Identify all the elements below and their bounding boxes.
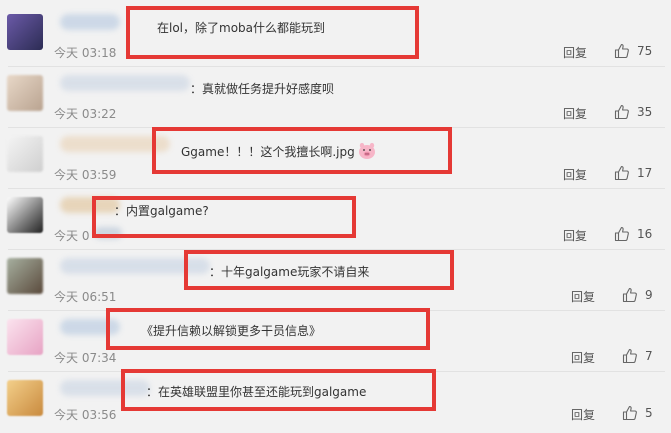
user-avatar[interactable] bbox=[7, 258, 43, 294]
thumbs-up-icon bbox=[614, 226, 629, 242]
like-count: 9 bbox=[645, 288, 653, 302]
like-count: 75 bbox=[637, 44, 653, 58]
comment-text: ：在英雄联盟里你甚至还能玩到galgame bbox=[146, 385, 367, 399]
username-blurred bbox=[60, 258, 210, 274]
comment-row: ：内置galgame? 今天 0 回复 16 bbox=[0, 189, 671, 250]
like-button[interactable]: 7 bbox=[622, 348, 653, 364]
like-count: 7 bbox=[645, 349, 653, 363]
like-button[interactable]: 75 bbox=[614, 43, 652, 59]
like-button[interactable]: 9 bbox=[622, 287, 653, 303]
comment-row: Ggame！！！这个我擅长啊.jpg 今天 03:59 回复 17 bbox=[0, 128, 671, 189]
like-count: 35 bbox=[637, 105, 653, 119]
reply-button[interactable]: 回复 bbox=[563, 105, 587, 122]
like-count: 17 bbox=[637, 166, 653, 180]
time-blurred bbox=[94, 227, 122, 239]
like-button[interactable]: 35 bbox=[614, 104, 652, 120]
like-button[interactable]: 16 bbox=[614, 226, 652, 242]
user-avatar[interactable] bbox=[7, 319, 43, 355]
username-blurred bbox=[60, 380, 150, 396]
thumbs-up-icon bbox=[622, 287, 637, 303]
pig-emoji-icon bbox=[358, 142, 375, 159]
username-blurred bbox=[60, 319, 120, 335]
reply-button[interactable]: 回复 bbox=[563, 44, 587, 61]
comment-text: 《提升信赖以解锁更多干员信息》 bbox=[141, 324, 322, 338]
user-avatar[interactable] bbox=[7, 136, 43, 172]
comment-row: 《提升信赖以解锁更多干员信息》 今天 07:34 回复 7 bbox=[0, 311, 671, 372]
comment-text: ：真就做任务提升好感度呗 bbox=[190, 82, 335, 96]
like-button[interactable]: 17 bbox=[614, 165, 652, 181]
username-blurred bbox=[60, 197, 120, 213]
comment-text: ：十年galgame玩家不请自来 bbox=[209, 265, 370, 279]
user-avatar[interactable] bbox=[7, 14, 43, 50]
comment-row: ：真就做任务提升好感度呗 今天 03:22 回复 35 bbox=[0, 67, 671, 128]
comment-text: Ggame！！！这个我擅长啊.jpg bbox=[181, 142, 377, 160]
comment-text-content: Ggame！！！这个我擅长啊.jpg bbox=[181, 145, 355, 159]
user-avatar[interactable] bbox=[7, 197, 43, 233]
comment-time: 今天 06:51 bbox=[54, 290, 117, 304]
comment-time: 今天 03:59 bbox=[54, 168, 117, 182]
username-blurred bbox=[60, 75, 190, 91]
thumbs-up-icon bbox=[614, 104, 629, 120]
reply-button[interactable]: 回复 bbox=[563, 227, 587, 244]
comment-time: 今天 03:56 bbox=[54, 408, 117, 422]
user-avatar[interactable] bbox=[7, 380, 43, 416]
thumbs-up-icon bbox=[622, 405, 637, 421]
thumbs-up-icon bbox=[614, 165, 629, 181]
reply-button[interactable]: 回复 bbox=[571, 288, 595, 305]
like-button[interactable]: 5 bbox=[622, 405, 653, 421]
comment-text: ：内置galgame? bbox=[114, 204, 209, 218]
thumbs-up-icon bbox=[614, 43, 629, 59]
comment-row: ：十年galgame玩家不请自来 今天 06:51 回复 9 bbox=[0, 250, 671, 311]
comment-row: 在lol，除了moba什么都能玩到 今天 03:18 回复 75 bbox=[0, 6, 671, 67]
like-count: 16 bbox=[637, 227, 653, 241]
username-blurred bbox=[60, 136, 170, 152]
reply-button[interactable]: 回复 bbox=[571, 406, 595, 423]
comment-text: 在lol，除了moba什么都能玩到 bbox=[157, 21, 326, 35]
thumbs-up-icon bbox=[622, 348, 637, 364]
comment-time: 今天 03:18 bbox=[54, 46, 117, 60]
comment-time: 今天 03:22 bbox=[54, 107, 117, 121]
comment-time: 今天 0 bbox=[54, 229, 90, 243]
comment-row: ：在英雄联盟里你甚至还能玩到galgame 今天 03:56 回复 5 bbox=[0, 372, 671, 433]
user-avatar[interactable] bbox=[7, 75, 43, 111]
reply-button[interactable]: 回复 bbox=[571, 349, 595, 366]
username-blurred bbox=[60, 14, 120, 30]
comment-time: 今天 07:34 bbox=[54, 351, 117, 365]
reply-button[interactable]: 回复 bbox=[563, 166, 587, 183]
